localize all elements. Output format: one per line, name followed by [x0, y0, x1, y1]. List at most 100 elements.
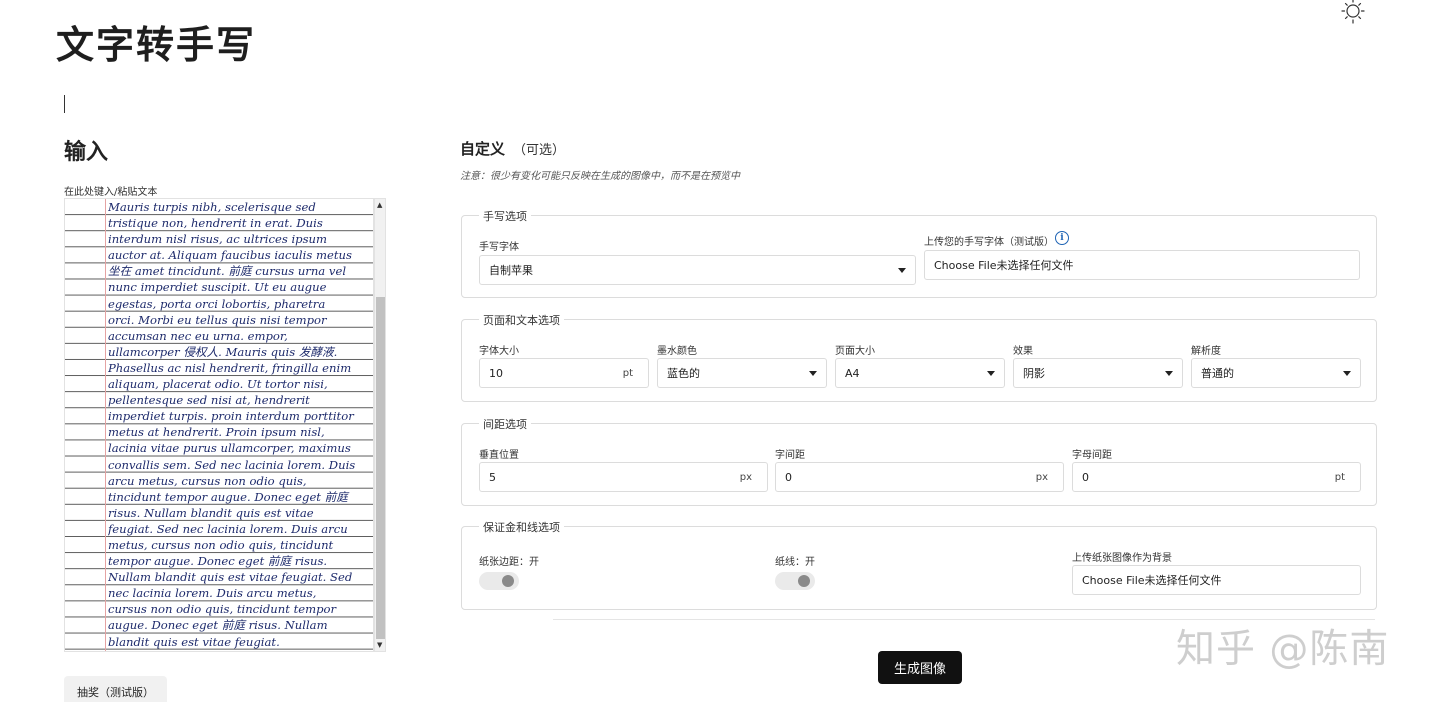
resolution-value: 普通的	[1201, 367, 1234, 380]
margin-line-options: 保证金和线选项 纸张边距：开 纸线：开 上传纸张图像作为背景 Choose Fi…	[461, 519, 1377, 610]
toggle-knob	[502, 575, 514, 587]
handwriting-line: convallis sem. Sed nec lacinia lorem. Du…	[108, 457, 356, 472]
scroll-thumb[interactable]	[376, 297, 385, 639]
page-size-select[interactable]: A4	[835, 358, 1005, 388]
handwriting-line: aliquam, placerat odio. Ut tortor nisi,	[108, 377, 328, 392]
effect-value: 阴影	[1023, 367, 1045, 380]
app-title: 文字转手写	[56, 23, 257, 67]
page-text-options: 页面和文本选项 字体大小 10 pt 墨水颜色 蓝色的 页面大小 A4 效果 阴…	[461, 312, 1377, 402]
handwriting-line: pellentesque sed nisi at, hendrerit	[108, 393, 310, 408]
handwriting-line: 坐在 amet tincidunt. 前庭 cursus urna vel	[108, 264, 347, 279]
upload-font-value: Choose File未选择任何文件	[934, 259, 1074, 272]
custom-heading: 自定义 （可选）	[460, 138, 565, 159]
custom-note: 注意：很少有变化可能只反映在生成的图像中，而不是在预览中	[460, 171, 740, 182]
word-spacing-unit: px	[1035, 471, 1048, 483]
text-cursor	[64, 95, 65, 113]
handwriting-line: tincidunt tempor augue. Donec eget 前庭	[108, 489, 348, 504]
paper-margin-line	[105, 199, 106, 651]
word-spacing-label: 字间距	[775, 450, 805, 461]
spacing-options: 间距选项 垂直位置 5 px 字间距 0 px 字母间距 0 pt	[461, 416, 1377, 506]
resolution-label: 解析度	[1191, 346, 1221, 357]
handwriting-line: Nullam blandit quis est vitae feugiat. S…	[108, 570, 353, 585]
generate-image-button[interactable]: 生成图像	[878, 651, 962, 684]
vertical-position-input[interactable]: 5 px	[479, 462, 768, 492]
handwriting-legend: 手写选项	[479, 208, 531, 224]
handwriting-line: tempor augue. Donec eget 前庭 risus.	[108, 554, 328, 569]
info-icon[interactable]: i	[1055, 231, 1069, 245]
margin-line-legend: 保证金和线选项	[479, 519, 564, 535]
letter-spacing-value: 0	[1082, 470, 1089, 484]
lottery-button[interactable]: 抽奖（测试版）	[64, 676, 167, 702]
preview-scrollbar[interactable]: ▲ ▼	[374, 198, 386, 652]
paper-bg-value: Choose File未选择任何文件	[1082, 574, 1222, 587]
effect-select[interactable]: 阴影	[1013, 358, 1183, 388]
handwriting-line: nunc imperdiet suscipit. Ut eu augue	[108, 280, 327, 295]
font-label: 手写字体	[479, 242, 519, 253]
paper-margin-label: 纸张边距：开	[479, 557, 539, 568]
page-text-legend: 页面和文本选项	[479, 312, 564, 328]
handwriting-line: arcu metus, cursus non odio quis,	[108, 473, 307, 488]
handwriting-line: auctor at. Aliquam faucibus iaculis metu…	[108, 248, 352, 263]
vertical-position-value: 5	[489, 470, 496, 484]
ink-color-select[interactable]: 蓝色的	[657, 358, 827, 388]
font-select-value: 自制苹果	[489, 264, 533, 277]
handwriting-line: risus. Nullam blandit quis est vitae	[108, 505, 314, 520]
ink-color-value: 蓝色的	[667, 367, 700, 380]
letter-spacing-label: 字母间距	[1072, 450, 1112, 461]
chevron-down-icon	[1343, 370, 1351, 376]
paper-bg-input[interactable]: Choose File未选择任何文件	[1072, 565, 1361, 595]
watermark: 知乎 @陈南	[1176, 627, 1390, 672]
resolution-select[interactable]: 普通的	[1191, 358, 1361, 388]
vertical-position-unit: px	[739, 471, 752, 483]
chevron-down-icon	[1165, 370, 1173, 376]
spacing-legend: 间距选项	[479, 416, 531, 432]
font-size-unit: pt	[622, 367, 633, 379]
effect-label: 效果	[1013, 346, 1033, 357]
page-size-value: A4	[845, 366, 860, 380]
chevron-down-icon	[809, 370, 817, 376]
handwriting-line: lacinia vitae purus ullamcorper, maximus	[108, 441, 351, 456]
ink-color-label: 墨水颜色	[657, 346, 697, 357]
letter-spacing-unit: pt	[1334, 471, 1345, 483]
handwriting-line: feugiat. Sed nec lacinia lorem. Duis arc…	[108, 521, 348, 536]
handwriting-options: 手写选项 手写字体 自制苹果 上传您的手写字体（测试版） i Choose Fi…	[461, 208, 1377, 298]
handwriting-line: orci. Morbi eu tellus quis nisi tempor	[108, 312, 327, 327]
font-size-label: 字体大小	[479, 346, 519, 357]
page-size-label: 页面大小	[835, 346, 875, 357]
handwriting-line: cursus non odio quis, tincidunt tempor	[108, 602, 337, 617]
handwriting-line: accumsan nec eu urna. empor,	[108, 328, 288, 343]
paper-margin-toggle[interactable]	[479, 572, 519, 590]
letter-spacing-input[interactable]: 0 pt	[1072, 462, 1361, 492]
chevron-down-icon	[987, 370, 995, 376]
chevron-down-icon	[898, 267, 906, 273]
handwriting-preview[interactable]: Mauris turpis nibh, scelerisque sed trist…	[64, 198, 374, 652]
handwriting-line: blandit quis est vitae feugiat.	[108, 634, 280, 649]
scroll-up-icon[interactable]: ▲	[377, 201, 382, 209]
upload-font-input[interactable]: Choose File未选择任何文件	[924, 250, 1360, 280]
sun-icon[interactable]	[1338, 0, 1368, 26]
word-spacing-input[interactable]: 0 px	[775, 462, 1064, 492]
word-spacing-value: 0	[785, 470, 792, 484]
font-size-value: 10	[489, 366, 503, 380]
custom-optional: （可选）	[513, 143, 566, 158]
handwriting-line: nec lacinia lorem. Duis arcu metus,	[108, 586, 317, 601]
vertical-position-label: 垂直位置	[479, 450, 519, 461]
paper-lines-toggle[interactable]	[775, 572, 815, 590]
handwriting-line: augue. Donec eget 前庭 risus. Nullam	[108, 618, 328, 633]
handwriting-line: ullamcorper 侵权人. Mauris quis 发酵液.	[108, 344, 338, 359]
toggle-knob	[798, 575, 810, 587]
font-size-input[interactable]: 10 pt	[479, 358, 649, 388]
paper-lines-label: 纸线：开	[775, 557, 815, 568]
font-select[interactable]: 自制苹果	[479, 255, 916, 285]
handwriting-line: imperdiet turpis. proin interdum porttit…	[108, 409, 354, 424]
input-heading: 输入	[64, 140, 109, 165]
handwriting-line: metus, cursus non odio quis, tincidunt	[108, 537, 334, 552]
scroll-down-icon[interactable]: ▼	[377, 641, 382, 649]
handwriting-line: Phasellus ac nisl hendrerit, fringilla e…	[108, 360, 352, 375]
upload-font-label: 上传您的手写字体（测试版）	[924, 237, 1054, 248]
handwriting-line: interdum nisl risus, ac ultrices ipsum	[108, 232, 328, 247]
preview-text: Mauris turpis nibh, scelerisque sed trist…	[108, 199, 371, 650]
handwriting-line: Mauris turpis nibh, scelerisque sed	[108, 200, 316, 214]
input-label: 在此处键入/粘贴文本	[64, 187, 158, 198]
paper-bg-label: 上传纸张图像作为背景	[1072, 553, 1172, 564]
